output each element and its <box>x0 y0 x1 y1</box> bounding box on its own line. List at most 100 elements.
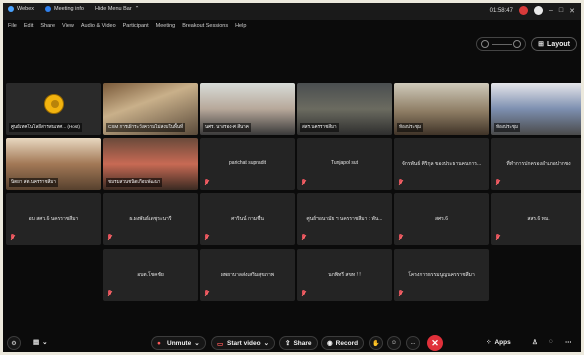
participant-tile[interactable]: สสร.6 ทม. <box>491 193 581 245</box>
participant-tile[interactable]: อบต.โชคชัย <box>103 249 198 301</box>
end-call-button[interactable]: ✕ <box>427 335 443 351</box>
participant-tile[interactable]: นิตยา สต.นครราชสีมา <box>6 138 101 190</box>
muted-mic-icon <box>107 290 113 297</box>
webex-app-menu[interactable]: Webex <box>8 6 34 12</box>
menu-participant[interactable]: Participant <box>123 23 149 29</box>
participant-name: ศูนย์เทคโนโลยีสารสนเทศ... (Host) <box>9 123 82 132</box>
participant-tile[interactable]: อบ สศว.6 นครราชสีมา <box>6 193 101 245</box>
menu-edit[interactable]: Edit <box>24 23 33 29</box>
participant-name: ห้องประชุม <box>397 123 424 132</box>
participants-button[interactable]: ♙ <box>532 338 538 346</box>
view-controls: ⊞ Layout <box>476 37 577 51</box>
participant-name: Tunjapol sut <box>330 160 359 166</box>
menu-file[interactable]: File <box>8 23 17 29</box>
participant-name: parichat supradit <box>229 160 266 166</box>
meeting-toolbar: ⚙ ▤ ⌄ ● Unmute ⌄ ▭ Start video ⌄ ⇪ Share… <box>3 334 581 352</box>
chat-button[interactable]: ◌ <box>549 338 553 345</box>
participant-name: จักรพันธ์ ศิริกุล ของประธานคนการ... <box>401 161 482 167</box>
hide-menu-bar-button[interactable]: Hide Menu Bar ⌃ <box>95 6 139 12</box>
participant-tile[interactable]: นศร. นางรอง-ศ สีนาค <box>200 83 295 135</box>
participant-tile[interactable]: ห้องประชุม <box>491 83 581 135</box>
participant-tile[interactable]: ศูนย์ฯอนามัย ฯ นครราชสีมา : พัน... <box>297 193 392 245</box>
participant-tile[interactable]: CSM การเฝ้าระวังความไม่สงบในพื้นที่ <box>103 83 198 135</box>
muted-mic-icon <box>107 234 113 241</box>
zoom-track[interactable] <box>492 44 513 45</box>
participant-name: อบต.โชคชัย <box>137 272 164 278</box>
participant-name: อบ สศว.6 นครราชสีมา <box>28 216 79 222</box>
participant-name: ผ.ผงพันธ์เดชุระนารี <box>129 216 172 222</box>
menu-share[interactable]: Share <box>40 23 55 29</box>
apps-icon: ⁘ <box>486 339 492 346</box>
participant-name: ศูนย์ฯอนามัย ฯ นครราชสีมา : พัน... <box>306 216 383 222</box>
menu-audio-video[interactable]: Audio & Video <box>81 23 116 29</box>
menu-view[interactable]: View <box>62 23 74 29</box>
participant-tile[interactable]: ห้องประชุม <box>394 83 489 135</box>
participant-name: ห้องประชุม <box>494 123 521 132</box>
muted-mic-icon: ● <box>157 339 161 347</box>
participant-tile[interactable]: ผพยาบาลส่งเสริมสุขภาพ <box>200 249 295 301</box>
record-button[interactable]: ◉ Record <box>321 336 365 350</box>
video-off-icon: ▭ <box>217 340 224 348</box>
maximize-icon[interactable]: □ <box>559 7 563 14</box>
apps-label: Apps <box>494 338 511 346</box>
menu-breakout-sessions[interactable]: Breakout Sessions <box>182 23 228 29</box>
participant-tile[interactable]: สศร.6 <box>394 193 489 245</box>
participant-name: โครงการธรรมนูญนครราชสีมา <box>408 272 475 278</box>
meeting-info-label: Meeting info <box>54 6 84 12</box>
connection-icon[interactable] <box>533 6 543 15</box>
participant-tile[interactable]: ผ.ผงพันธ์เดชุระนารี <box>103 193 198 245</box>
title-bar: Webex Meeting info Hide Menu Bar ⌃ 01:58… <box>3 3 581 20</box>
menu-meeting[interactable]: Meeting <box>156 23 176 29</box>
participant-tile[interactable]: โครงการธรรมนูญนครราชสีมา <box>394 249 489 301</box>
layout-label: Layout <box>547 40 570 48</box>
participant-name: นิตยา สต.นครราชสีมา <box>9 178 58 187</box>
muted-mic-icon <box>495 234 501 241</box>
chevron-up-icon: ⌃ <box>134 6 140 12</box>
reactions-icon[interactable]: ☺ <box>387 336 401 350</box>
webex-logo-icon <box>8 6 14 12</box>
layout-button[interactable]: ⊞ Layout <box>531 37 577 51</box>
share-button[interactable]: ⇪ Share <box>279 336 318 350</box>
participant-tile[interactable]: สสร.นครราชสีมา <box>297 83 392 135</box>
meeting-info-button[interactable]: Meeting info <box>45 6 84 12</box>
zoom-out-icon[interactable] <box>481 40 490 48</box>
muted-mic-icon <box>301 179 307 186</box>
participant-name: ศารินน์ กามชื่น <box>231 216 264 222</box>
record-icon: ◉ <box>327 340 333 347</box>
muted-mic-icon <box>398 290 404 297</box>
participant-name: CSM การเฝ้าระวังความไม่สงบในพื้นที่ <box>106 123 186 132</box>
unmute-button[interactable]: ● Unmute ⌄ <box>151 336 206 350</box>
participant-tile[interactable]: ศูนย์เทคโนโลยีสารสนเทศ... (Host) <box>6 83 101 135</box>
captions-icon: ▤ <box>33 339 40 346</box>
chat-icon: ◌ <box>549 338 553 345</box>
participant-tile[interactable]: จักรพันธ์ ศิริกุล ของประธานคนการ... <box>394 138 489 190</box>
device-settings-icon[interactable]: ⚙ <box>7 336 21 350</box>
recording-indicator-icon <box>518 6 528 15</box>
start-video-button[interactable]: ▭ Start video ⌄ <box>211 336 276 350</box>
participant-tile[interactable]: parichat supradit <box>200 138 295 190</box>
participant-tile[interactable]: ที่ทำการปกครองอำเภอปากชง <box>491 138 581 190</box>
app-name: Webex <box>17 6 35 12</box>
more-options-button[interactable]: ... <box>406 336 420 350</box>
record-label: Record <box>335 339 359 347</box>
participant-tile[interactable]: Tunjapol sut <box>297 138 392 190</box>
chevron-down-icon: ⌄ <box>42 339 48 346</box>
minimize-icon[interactable]: – <box>549 7 553 14</box>
muted-mic-icon <box>495 179 501 186</box>
close-icon: ✕ <box>431 337 439 348</box>
captions-button[interactable]: ▤ ⌄ <box>33 338 48 346</box>
participant-tile[interactable]: ชมรมสวนชนิดเกือบพัฒนา <box>103 138 198 190</box>
apps-button[interactable]: ⁘ Apps <box>486 338 511 347</box>
participant-name: นกพิทรี สขท ! ! <box>328 272 361 278</box>
participant-tile[interactable]: นกพิทรี สขท ! ! <box>297 249 392 301</box>
participant-tile[interactable]: ศารินน์ กามชื่น <box>200 193 295 245</box>
raise-hand-icon[interactable]: ✋ <box>369 336 383 350</box>
chevron-down-icon: ⌄ <box>263 340 270 347</box>
start-video-label: Start video <box>227 339 261 347</box>
more-panels-button[interactable]: ⋯ <box>565 338 572 346</box>
zoom-slider[interactable] <box>476 37 527 51</box>
webex-window: Webex Meeting info Hide Menu Bar ⌃ 01:58… <box>3 3 581 352</box>
zoom-in-icon[interactable] <box>513 40 522 48</box>
close-icon[interactable]: ✕ <box>569 7 575 15</box>
menu-help[interactable]: Help <box>235 23 246 29</box>
